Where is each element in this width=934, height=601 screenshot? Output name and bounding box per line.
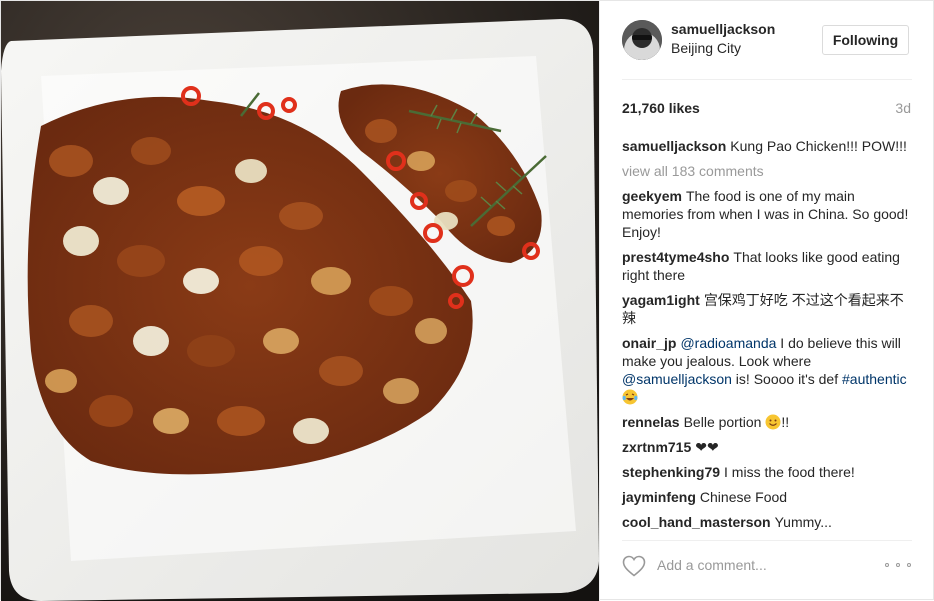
comment-text: Belle portion bbox=[683, 414, 766, 430]
comment-text: ❤❤ bbox=[695, 439, 719, 455]
likes-count[interactable]: 21,760 likes bbox=[622, 100, 700, 116]
comment-item: yagam1ight 宫保鸡丁好吃 不过这个看起来不辣 bbox=[622, 291, 914, 327]
comment-item: prest4tyme4sho That looks like good eatin… bbox=[622, 248, 914, 284]
caption: samuelljackson Kung Pao Chicken!!! POW!!! bbox=[622, 137, 914, 155]
post-header: samuelljackson Beijing City Following bbox=[600, 1, 934, 79]
add-comment-input[interactable] bbox=[657, 553, 877, 577]
post-location[interactable]: Beijing City bbox=[671, 40, 741, 56]
comment-author[interactable]: cool_hand_masterson bbox=[622, 514, 771, 530]
post-photo[interactable] bbox=[1, 1, 599, 601]
post-time[interactable]: 3d bbox=[895, 100, 911, 116]
comment-item: cool_hand_masterson Yummy... bbox=[622, 513, 914, 531]
comment-text: Chinese Food bbox=[699, 489, 788, 505]
comment-item: stephenking79 I miss the food there! bbox=[622, 463, 914, 481]
mention-link[interactable]: @samuelljackson bbox=[622, 371, 732, 387]
view-all-comments-link[interactable]: view all 183 comments bbox=[622, 162, 914, 180]
avatar-image bbox=[622, 20, 662, 60]
comments-list: samuelljackson Kung Pao Chicken!!! POW!!!… bbox=[622, 137, 914, 538]
comment-item: jayminfeng Chinese Food bbox=[622, 488, 914, 506]
comment-author[interactable]: yagam1ight bbox=[622, 292, 700, 308]
mention-link[interactable]: @radioamanda bbox=[680, 335, 776, 351]
post-author-username[interactable]: samuelljackson bbox=[671, 21, 775, 37]
comment-author[interactable]: prest4tyme4sho bbox=[622, 249, 729, 265]
comment-composer bbox=[600, 541, 934, 591]
smile-emoji bbox=[765, 414, 781, 430]
comment-text: is! Soooo it's def bbox=[731, 371, 842, 387]
comment-text: !! bbox=[781, 414, 790, 430]
comment-author[interactable]: jayminfeng bbox=[622, 489, 696, 505]
comment-item: geekyem The food is one of my main memori… bbox=[622, 187, 914, 241]
comment-author[interactable]: zxrtnm715 bbox=[622, 439, 691, 455]
comment-author[interactable]: onair_jp bbox=[622, 335, 676, 351]
comment-text: I miss the food there! bbox=[724, 464, 855, 480]
instagram-post: samuelljackson Beijing City Following 21… bbox=[0, 0, 934, 601]
comment-text: Kung Pao Chicken!!! POW!!! bbox=[730, 138, 907, 154]
more-dot bbox=[885, 563, 889, 567]
comment-text: Yummy... bbox=[774, 514, 832, 530]
avatar[interactable] bbox=[622, 20, 662, 60]
more-dot bbox=[896, 563, 900, 567]
comment-item: onair_jp @radioamanda I do believe this w… bbox=[622, 334, 914, 406]
header-divider bbox=[622, 79, 912, 80]
laughing-tears-emoji bbox=[622, 389, 638, 405]
comment-item: rennelas Belle portion !! bbox=[622, 413, 914, 431]
more-dot bbox=[907, 563, 911, 567]
comment-author[interactable]: geekyem bbox=[622, 188, 682, 204]
comment-author[interactable]: samuelljackson bbox=[622, 138, 726, 154]
comment-item: zxrtnm715 ❤❤ bbox=[622, 438, 914, 456]
heart-outline-icon[interactable] bbox=[622, 555, 646, 577]
food-photo-illustration bbox=[1, 1, 599, 601]
post-side-panel: samuelljackson Beijing City Following 21… bbox=[599, 1, 934, 601]
following-button[interactable]: Following bbox=[822, 25, 909, 55]
comment-author[interactable]: stephenking79 bbox=[622, 464, 720, 480]
hashtag-link[interactable]: #authentic bbox=[842, 371, 907, 387]
more-options-icon[interactable] bbox=[885, 557, 911, 573]
comment-author[interactable]: rennelas bbox=[622, 414, 680, 430]
